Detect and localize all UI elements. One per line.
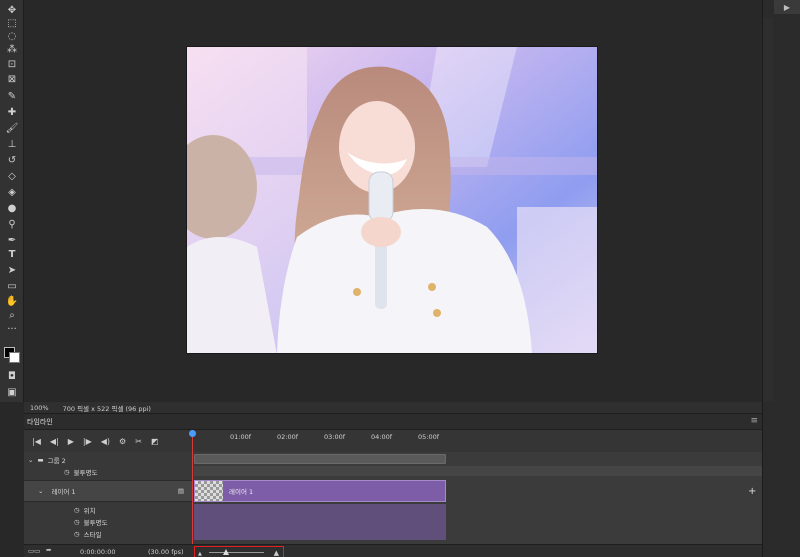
- type-tool-icon[interactable]: T: [4, 246, 20, 262]
- healing-brush-tool-icon[interactable]: ✚: [4, 104, 20, 120]
- frame-rate: (30.00 fps): [148, 548, 184, 556]
- property-label: 불투명도: [83, 519, 108, 527]
- history-brush-tool-icon[interactable]: ↺: [4, 152, 20, 168]
- stopwatch-icon[interactable]: ◷: [64, 468, 70, 476]
- chevron-down-icon[interactable]: ⌄: [38, 487, 43, 495]
- clone-stamp-tool-icon[interactable]: ⊥: [4, 136, 20, 152]
- more-tools-icon[interactable]: ···: [4, 321, 20, 337]
- tab-timeline[interactable]: 타임라인: [27, 417, 53, 427]
- quick-select-tool-icon[interactable]: ⁂: [4, 41, 20, 57]
- stopwatch-icon[interactable]: ◷: [74, 506, 80, 514]
- ruler-tick: 01:00f: [230, 433, 252, 441]
- group-name: 그룹 2: [47, 457, 66, 465]
- current-time: 0:00:00:00: [80, 548, 116, 556]
- ruler-tick: 02:00f: [277, 433, 299, 441]
- zoom-level[interactable]: 100%: [30, 404, 49, 412]
- document-info[interactable]: 700 픽셀 x 522 픽셀 (96 ppi): [63, 403, 151, 413]
- group-property-track: [194, 466, 762, 476]
- group-property-row[interactable]: ◷ 불투명도: [24, 466, 192, 478]
- timeline-header: 타임라인 ≡: [24, 414, 762, 430]
- quick-mask-icon[interactable]: ◘: [4, 368, 20, 384]
- clip-label: 레이어 1: [229, 488, 254, 496]
- layer-clip[interactable]: 레이어 1: [194, 480, 446, 502]
- status-bar: 100% 700 픽셀 x 522 픽셀 (96 ppi): [24, 402, 762, 413]
- clip-thumbnail: [195, 481, 223, 501]
- timeline-zoom-slider[interactable]: ▲ ▲: [194, 546, 284, 557]
- layer-property-row[interactable]: ◷ 스타일: [24, 528, 192, 540]
- property-track: [194, 504, 446, 516]
- canvas-image: [186, 46, 598, 354]
- stopwatch-icon[interactable]: ◷: [74, 518, 80, 526]
- render-video-icon[interactable]: ➦: [46, 546, 51, 554]
- settings-gear-icon[interactable]: ⚙: [119, 437, 126, 446]
- panel-expand-icon[interactable]: ▶: [774, 0, 800, 14]
- playback-controls: |◀ ◀| ▶ |▶ ◀) ⚙ ✂ ◩: [24, 430, 192, 452]
- ruler-tick: 04:00f: [371, 433, 393, 441]
- ruler-tick: 03:00f: [324, 433, 346, 441]
- zoom-in-mountain-icon[interactable]: ▲: [274, 549, 279, 557]
- property-label: 위치: [83, 507, 96, 515]
- film-strip-icon[interactable]: ▤: [178, 487, 184, 495]
- audio-icon[interactable]: ◀): [101, 437, 110, 446]
- rectangle-tool-icon[interactable]: ▭: [4, 278, 20, 294]
- layer-name: 레이어 1: [51, 488, 76, 496]
- photo-illustration: [187, 47, 597, 353]
- ruler-tick: 05:00f: [418, 433, 440, 441]
- add-media-icon[interactable]: +: [748, 486, 756, 497]
- panel-menu-icon[interactable]: ≡: [750, 416, 758, 426]
- layer-row[interactable]: ⌄ 레이어 1 ▤: [24, 480, 192, 502]
- group-duration-bar[interactable]: [194, 454, 446, 464]
- screen-mode-icon[interactable]: ▣: [4, 384, 20, 400]
- timeline-footer: ▭▭ ➦ 0:00:00:00 (30.00 fps) ▲ ▲: [24, 544, 762, 557]
- play-icon[interactable]: ▶: [68, 437, 74, 446]
- layer-property-row[interactable]: ◷ 위치: [24, 504, 192, 516]
- chevron-down-icon[interactable]: ⌄: [28, 456, 33, 464]
- vertical-scrollbar[interactable]: [763, 18, 773, 401]
- transition-icon[interactable]: ◩: [151, 437, 159, 446]
- previous-frame-icon[interactable]: ◀|: [50, 437, 59, 446]
- blur-tool-icon[interactable]: ●: [4, 200, 20, 216]
- layer-list: ⌄ ▬ 그룹 2 ◷ 불투명도 ⌄ 레이어 1 ▤ ◷ 위치 ◷ 불투명도 ◷ …: [24, 452, 192, 557]
- zoom-out-mountain-icon[interactable]: ▲: [198, 551, 202, 557]
- folder-icon: ▬: [37, 456, 44, 464]
- property-track: [194, 516, 446, 528]
- timeline-panel: 타임라인 ≡ |◀ ◀| ▶ |▶ ◀) ⚙ ✂ ◩ 01:00f 02:00f…: [24, 413, 762, 557]
- group-row[interactable]: ⌄ ▬ 그룹 2: [24, 454, 192, 466]
- convert-frames-icon[interactable]: ▭▭: [28, 547, 40, 555]
- property-label: 스타일: [83, 531, 102, 539]
- playhead-handle[interactable]: [189, 430, 196, 437]
- tools-panel: ✥ ⬚ ◌ ⁂ ⊡ ⊠ ✎ ✚ 🖌 ⊥ ↺ ◇ ◈ ● ⚲ ✒ T ➤ ▭ ✋ …: [0, 0, 24, 402]
- layer-property-row[interactable]: ◷ 불투명도: [24, 516, 192, 528]
- zoom-track[interactable]: [209, 552, 264, 553]
- photoshop-window: ✥ ⬚ ◌ ⁂ ⊡ ⊠ ✎ ✚ 🖌 ⊥ ↺ ◇ ◈ ● ⚲ ✒ T ➤ ▭ ✋ …: [0, 0, 800, 557]
- go-to-first-frame-icon[interactable]: |◀: [32, 437, 41, 446]
- frame-tool-icon[interactable]: ⊠: [4, 71, 20, 87]
- background-color-swatch[interactable]: [9, 352, 20, 363]
- dodge-tool-icon[interactable]: ⚲: [4, 216, 20, 232]
- paint-bucket-tool-icon[interactable]: ◈: [4, 184, 20, 200]
- split-scissors-icon[interactable]: ✂: [135, 437, 142, 446]
- crop-tool-icon[interactable]: ⊡: [4, 56, 20, 72]
- zoom-handle[interactable]: [223, 549, 229, 555]
- next-frame-icon[interactable]: |▶: [83, 437, 92, 446]
- property-label: 불투명도: [73, 469, 98, 477]
- eraser-tool-icon[interactable]: ◇: [4, 168, 20, 184]
- time-ruler[interactable]: 01:00f 02:00f 03:00f 04:00f 05:00f: [192, 430, 762, 452]
- property-track: [194, 528, 446, 540]
- path-select-tool-icon[interactable]: ➤: [4, 262, 20, 278]
- brush-tool-icon[interactable]: 🖌: [4, 120, 20, 136]
- playhead[interactable]: [192, 430, 193, 557]
- stopwatch-icon[interactable]: ◷: [74, 530, 80, 538]
- track-area[interactable]: 레이어 1: [189, 430, 762, 557]
- eyedropper-tool-icon[interactable]: ✎: [4, 88, 20, 104]
